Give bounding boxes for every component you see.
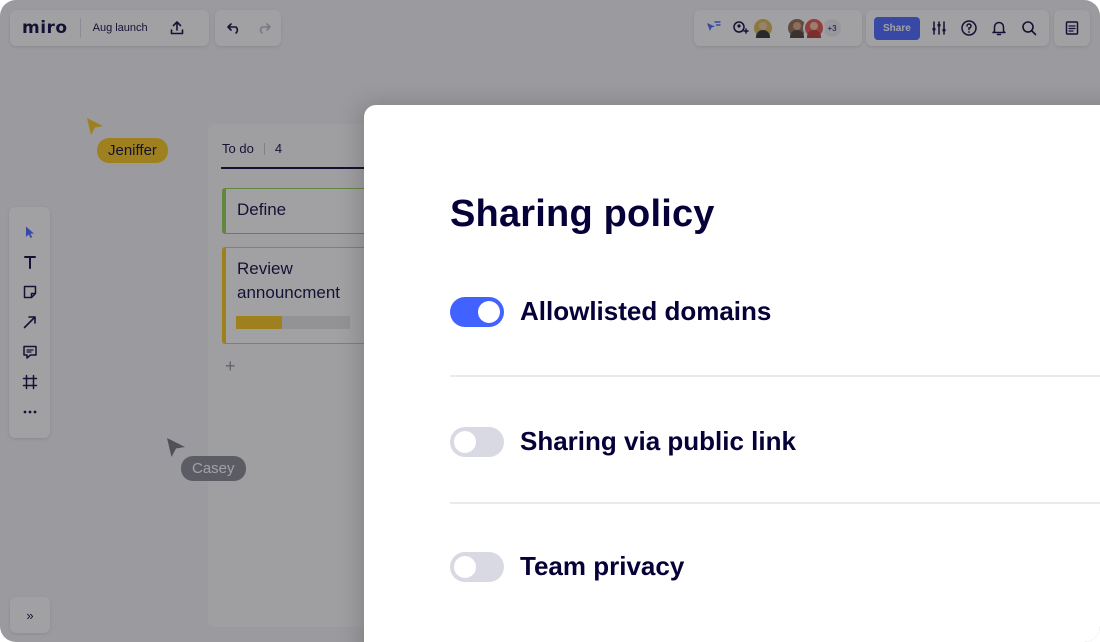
toggle-knob [454, 430, 476, 453]
toggle-knob [454, 555, 476, 578]
setting-row-allowlisted-domains: Allowlisted domains [450, 296, 771, 327]
toggle-knob [478, 300, 500, 323]
divider [450, 502, 1100, 504]
setting-label: Allowlisted domains [520, 296, 772, 326]
setting-label: Sharing via public link [520, 426, 796, 456]
app-frame: miro Aug launch +3 Share » To do 4 + Def… [0, 0, 1100, 642]
dialog-title: Sharing policy [450, 193, 715, 235]
setting-label: Team privacy [520, 551, 685, 581]
setting-row-public-link: Sharing via public link [450, 426, 796, 457]
allowlisted-domains-toggle[interactable] [450, 296, 504, 327]
sharing-policy-dialog: Sharing policy Allowlisted domains Shari… [364, 105, 1100, 642]
public-link-toggle[interactable] [450, 426, 504, 457]
setting-row-team-privacy: Team privacy [450, 551, 684, 582]
team-privacy-toggle[interactable] [450, 551, 504, 582]
divider [450, 375, 1100, 377]
